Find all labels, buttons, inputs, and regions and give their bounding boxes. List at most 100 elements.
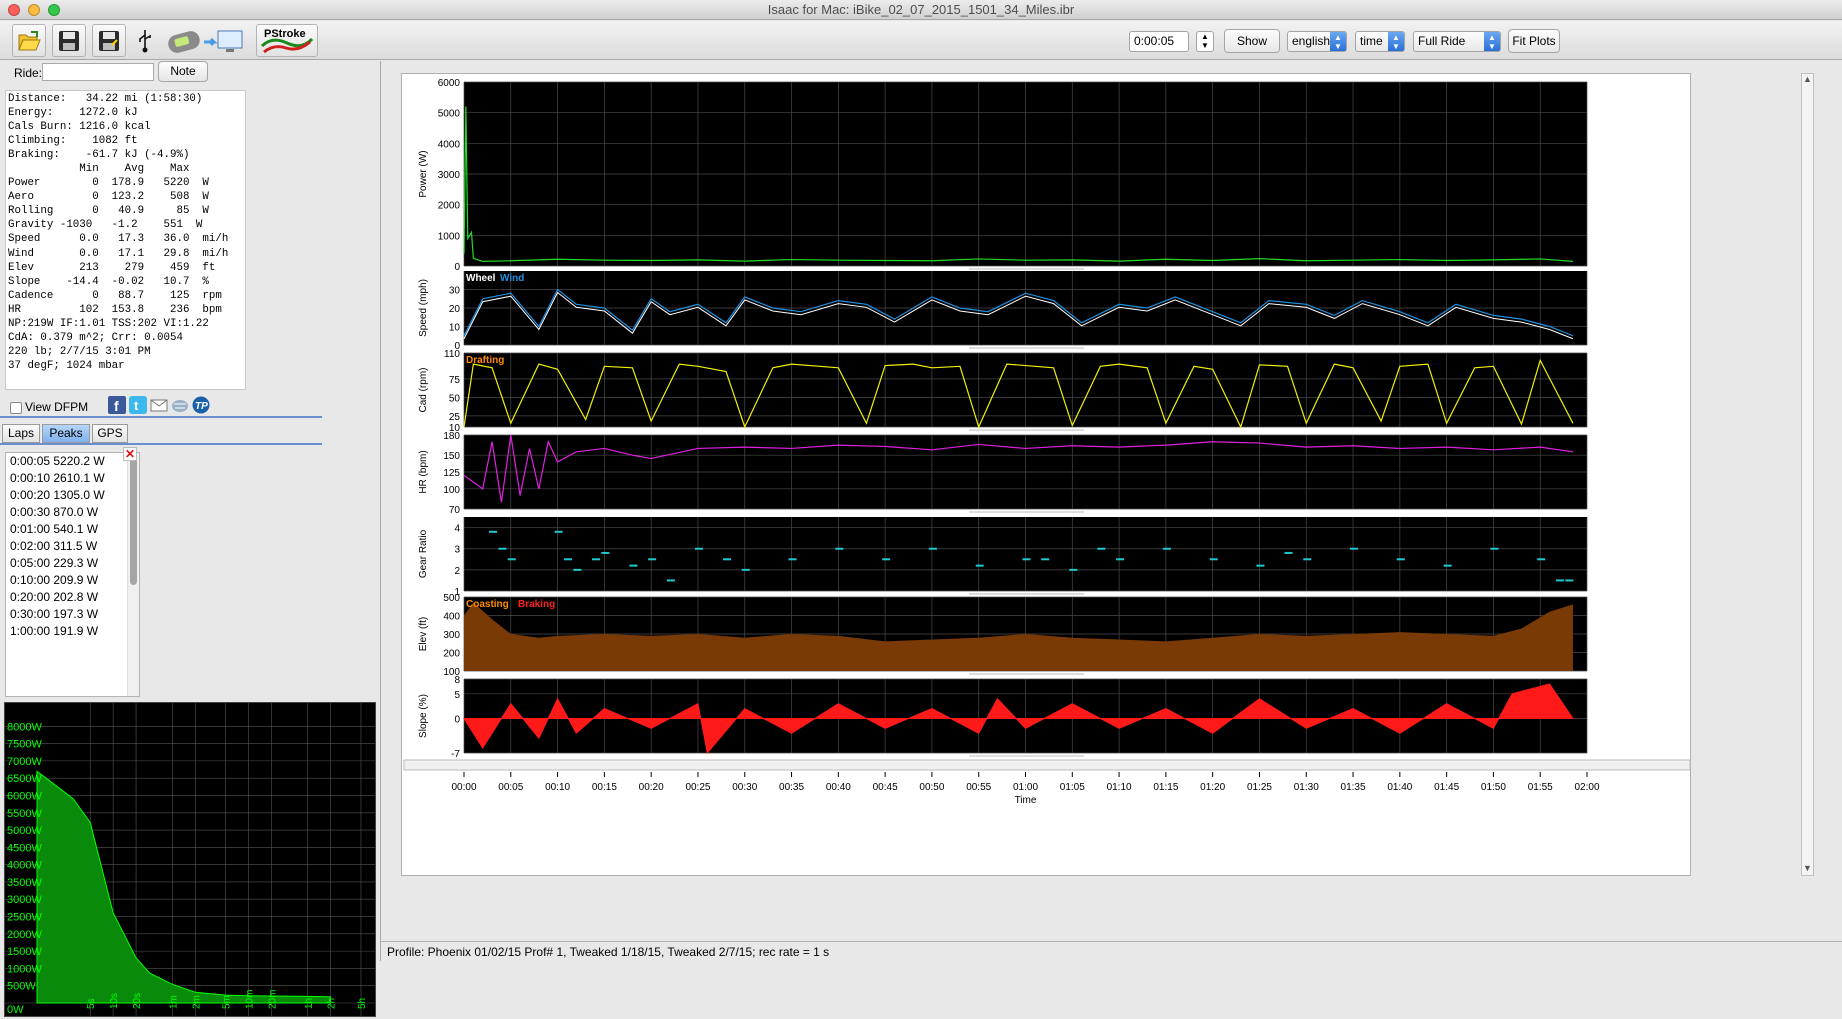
x-tick-label: 01:40 (1387, 782, 1412, 793)
scroll-track[interactable] (1802, 88, 1813, 798)
series-point (629, 564, 638, 567)
y-tick-label: 20 (449, 304, 461, 315)
series-point (573, 568, 582, 571)
pstroke-button[interactable]: PStroke (256, 24, 318, 57)
series-point (554, 530, 563, 533)
x-tick-label: 00:05 (498, 782, 523, 793)
y-tick-label: -7 (451, 749, 460, 760)
tab-peaks[interactable]: Peaks (42, 424, 90, 443)
peak-value: 540.1 W (53, 522, 99, 536)
peak-value: 1305.0 W (53, 488, 105, 502)
twitter-icon[interactable]: t (129, 396, 147, 414)
range-select[interactable]: Full Ride ▲ ▼ (1413, 31, 1501, 52)
x-tick-label: 01:20 (1200, 782, 1225, 793)
x-tick-label: 01:35 (1341, 782, 1366, 793)
peak-duration: 1:00:00 (10, 624, 54, 638)
scroll-down-icon[interactable]: ▼ (1802, 863, 1813, 873)
show-button[interactable]: Show (1224, 29, 1280, 53)
peak-row[interactable]: 0:00:30 870.0 W (10, 504, 139, 521)
minimize-window-button[interactable] (28, 4, 40, 16)
time-stepper[interactable]: ▲ ▼ (1196, 31, 1214, 52)
cloud-upload-icon[interactable] (171, 396, 189, 414)
view-dfpm-checkbox[interactable] (10, 402, 22, 414)
series-point (1116, 558, 1125, 561)
fit-plots-button[interactable]: Fit Plots (1508, 29, 1560, 53)
x-tick-label: 10m (245, 990, 256, 1009)
x-tick-label: 01:10 (1107, 782, 1132, 793)
series-point (788, 558, 797, 561)
tab-laps[interactable]: Laps (2, 424, 40, 443)
x-axis-select[interactable]: time ▲ ▼ (1355, 31, 1405, 52)
left-panel: Ride: Note Distance: 34.22 mi (1:58:30) E… (0, 61, 380, 1017)
range-value: Full Ride (1418, 34, 1466, 48)
ride-name-field[interactable] (42, 63, 154, 81)
close-window-button[interactable] (8, 4, 20, 16)
x-tick-label: 1m (168, 995, 179, 1009)
y-tick-label: 6500W (7, 773, 42, 785)
peak-row[interactable]: 0:20:00 202.8 W (10, 589, 139, 606)
plots-vertical-scrollbar[interactable]: ▲ ▼ (1801, 73, 1814, 876)
peak-row[interactable]: 0:00:20 1305.0 W (10, 487, 139, 504)
peak-duration: 0:10:00 (10, 573, 54, 587)
pstroke-logo-icon: PStroke (260, 28, 314, 53)
y-tick-label: 1500W (7, 946, 42, 958)
series-point (835, 547, 844, 550)
peak-row[interactable]: 0:00:05 5220.2 W (10, 453, 139, 470)
peak-row[interactable]: 1:00:00 191.9 W (10, 623, 139, 640)
series-point (1555, 579, 1564, 582)
peak-row[interactable]: 0:00:10 2610.1 W (10, 470, 139, 487)
scroll-up-icon[interactable]: ▲ (1802, 74, 1813, 84)
x-tick-label: 01:15 (1153, 782, 1178, 793)
y-tick-label: 2500W (7, 912, 42, 924)
x-tick-label: 01:30 (1294, 782, 1319, 793)
peak-row[interactable]: 0:01:00 540.1 W (10, 521, 139, 538)
summary-line: Wind 0.0 17.1 29.8 mi/h (8, 247, 229, 260)
series-point (1256, 564, 1265, 567)
series-point (1537, 558, 1546, 561)
time-field[interactable]: 0:00:05 (1129, 31, 1189, 52)
scroll-thumb[interactable] (130, 455, 137, 585)
peak-row[interactable]: 0:02:00 311.5 W (10, 538, 139, 555)
series-point (498, 547, 507, 550)
series-point (1022, 558, 1031, 561)
tab-divider (0, 443, 322, 445)
peak-value: 5220.2 W (53, 454, 105, 468)
x-tick-label: 00:30 (732, 782, 757, 793)
peak-row[interactable]: 0:05:00 229.3 W (10, 555, 139, 572)
delete-peak-icon[interactable]: ✕ (123, 447, 137, 461)
legend-label: Wind (500, 273, 524, 284)
email-icon[interactable] (150, 396, 168, 414)
series-point (1350, 547, 1359, 550)
y-tick-label: 3500W (7, 877, 42, 889)
x-tick-label: 00:55 (966, 782, 991, 793)
peak-duration: 0:00:05 (10, 454, 54, 468)
note-button[interactable]: Note (158, 61, 208, 82)
save-as-button[interactable] (92, 24, 126, 57)
y-tick-label: 4000W (7, 860, 42, 872)
x-tick-label: 00:40 (826, 782, 851, 793)
trainingpeaks-icon[interactable]: TP (192, 396, 210, 414)
peak-row[interactable]: 0:10:00 209.9 W (10, 572, 139, 589)
x-tick-label: 00:00 (451, 782, 476, 793)
facebook-icon[interactable]: f (108, 396, 126, 414)
y-tick-label: 8 (454, 675, 460, 686)
folder-open-icon (18, 30, 41, 50)
peak-power-svg: 500W 1000W 1500W 2000W 2500W 3000W 3500W 4000W 4… (5, 703, 375, 1016)
save-button[interactable] (52, 24, 86, 57)
y-tick-label: 50 (449, 393, 461, 404)
tab-gps[interactable]: GPS (92, 424, 128, 443)
y-tick-label: 3000W (7, 894, 42, 906)
open-file-button[interactable] (12, 24, 46, 57)
units-select[interactable]: english ▲ ▼ (1287, 31, 1347, 52)
y-tick-label: 125 (443, 468, 460, 479)
y-tick-label: 4000 (438, 139, 461, 150)
horizontal-scrollbar (403, 759, 1691, 771)
peak-value: 2610.1 W (53, 471, 105, 485)
peaks-list[interactable]: 0:00:05 5220.2 W 0:00:10 2610.1 W 0:00:20 … (5, 452, 140, 697)
peak-row[interactable]: 0:30:00 197.3 W (10, 606, 139, 623)
sync-device-button[interactable] (165, 24, 245, 57)
peaks-scrollbar[interactable] (127, 453, 139, 696)
y-tick-label: 100 (443, 485, 460, 496)
usb-button[interactable] (132, 24, 158, 57)
zoom-window-button[interactable] (48, 4, 60, 16)
